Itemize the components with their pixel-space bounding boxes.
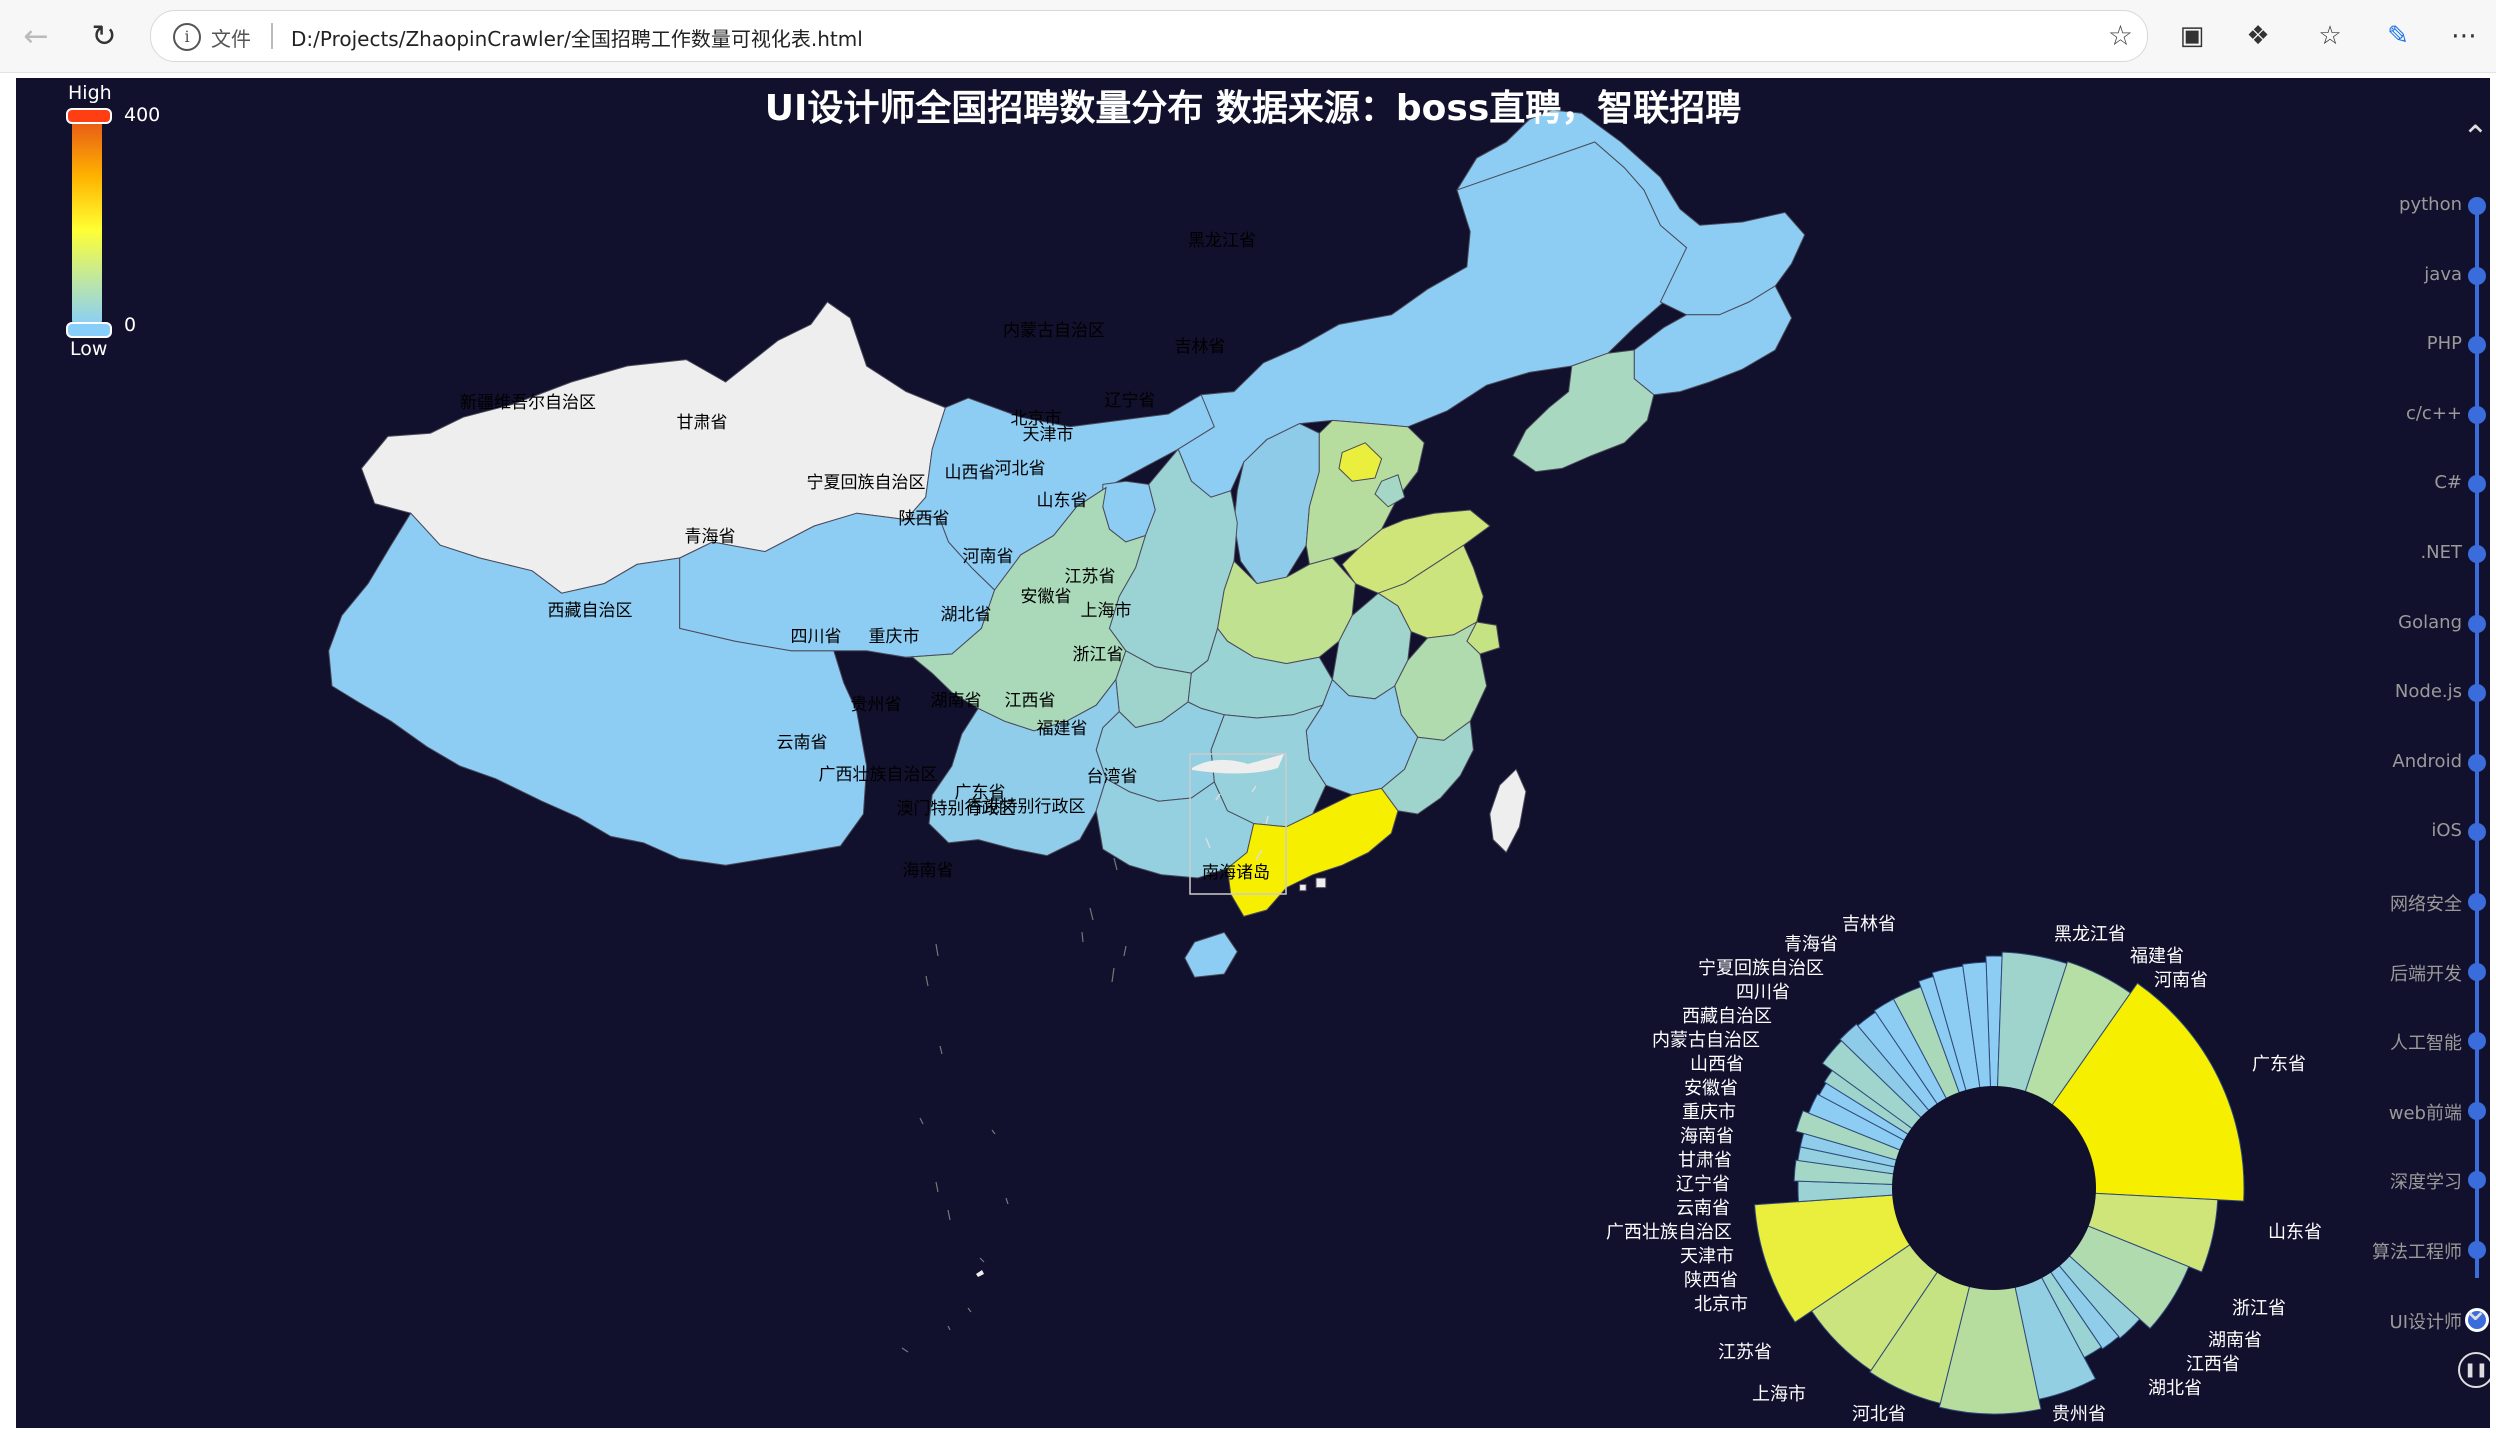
pie-slice-label: 河南省 bbox=[2154, 970, 2208, 991]
timeline-label[interactable]: 人工智能 bbox=[2390, 1029, 2462, 1055]
timeline-label[interactable]: Node.js bbox=[2395, 681, 2462, 702]
pie-slice-label: 宁夏回族自治区 bbox=[1698, 958, 1824, 979]
timeline-node[interactable] bbox=[2468, 1101, 2486, 1120]
timeline-next-icon[interactable]: ⌄ bbox=[2462, 1290, 2489, 1328]
pie-slice-label: 山东省 bbox=[2268, 1222, 2322, 1243]
browser-toolbar: ← ↻ i 文件 D:/Projects/ZhaopinCrawler/全国招聘… bbox=[0, 0, 2496, 73]
timeline-label[interactable]: java bbox=[2424, 264, 2462, 285]
timeline-label[interactable]: iOS bbox=[2431, 820, 2462, 841]
timeline-node[interactable] bbox=[2468, 1171, 2486, 1190]
pie-slice-label: 甘肃省 bbox=[1678, 1150, 1732, 1171]
pie-slice-label: 陕西省 bbox=[1684, 1270, 1738, 1291]
timeline-control[interactable]: ⌃ python java PHP c/c++ C# .NET Golang Node.js A… bbox=[2372, 118, 2490, 1428]
timeline-node[interactable] bbox=[2468, 266, 2486, 285]
timeline-node[interactable] bbox=[2468, 405, 2486, 424]
timeline-prev-icon[interactable]: ⌃ bbox=[2462, 118, 2489, 156]
puzzle-extensions-icon[interactable]: ❖ bbox=[2238, 16, 2278, 56]
timeline-node[interactable] bbox=[2468, 336, 2486, 355]
pie-slice-label: 福建省 bbox=[2130, 946, 2184, 967]
province-rose-pie: 黑龙江省福建省河南省广东省山东省浙江省湖南省江西省湖北省贵州省 河北省 上海市 江苏省… bbox=[1606, 914, 2322, 1425]
info-icon[interactable]: i bbox=[173, 23, 201, 51]
file-protocol-label: 文件 bbox=[211, 27, 251, 51]
pie-center-hole bbox=[1892, 1086, 2096, 1290]
back-arrow-icon[interactable]: ← bbox=[14, 14, 58, 58]
pie-slice-label: 江苏省 bbox=[1718, 1342, 1772, 1363]
favorites-list-icon[interactable]: ☆ bbox=[2310, 16, 2350, 56]
pie-slice-label: 内蒙古自治区 bbox=[1652, 1030, 1760, 1051]
timeline-label[interactable]: Android bbox=[2392, 751, 2462, 772]
pie-slice-label: 山西省 bbox=[1690, 1054, 1744, 1075]
more-menu-icon[interactable]: ⋯ bbox=[2444, 16, 2484, 56]
pie-slice-label: 天津市 bbox=[1680, 1246, 1734, 1267]
timeline-node[interactable] bbox=[2468, 614, 2486, 633]
address-divider bbox=[271, 23, 273, 49]
pie-slice-label: 黑龙江省 bbox=[2054, 924, 2126, 945]
pie-slice-label: 云南省 bbox=[1676, 1198, 1730, 1219]
pie-slice-label: 西藏自治区 bbox=[1682, 1006, 1772, 1027]
pie-slice-label: 北京市 bbox=[1694, 1294, 1748, 1315]
pie-slice-label: 广西壮族自治区 bbox=[1606, 1222, 1732, 1243]
pie-slice-label: 青海省 bbox=[1784, 934, 1838, 955]
pie-slice-label: 贵州省 bbox=[2052, 1404, 2106, 1425]
timeline-label[interactable]: c/c++ bbox=[2406, 403, 2462, 424]
pie-slice-label: 浙江省 bbox=[2232, 1298, 2286, 1319]
timeline-node[interactable] bbox=[2468, 545, 2486, 563]
timeline-label[interactable]: 后端开发 bbox=[2390, 960, 2462, 986]
timeline-node[interactable] bbox=[2468, 962, 2486, 981]
refresh-icon[interactable]: ↻ bbox=[82, 14, 126, 58]
timeline-node[interactable] bbox=[2468, 1032, 2486, 1051]
collections-icon[interactable]: ✎ bbox=[2378, 16, 2418, 56]
pie-slice-label: 广东省 bbox=[2252, 1054, 2306, 1075]
pie-slice-label: 江西省 bbox=[2186, 1354, 2240, 1375]
timeline-node[interactable] bbox=[2468, 197, 2486, 215]
favorite-star-icon[interactable]: ☆ bbox=[2108, 19, 2133, 52]
timeline-label[interactable]: 深度学习 bbox=[2390, 1168, 2462, 1194]
pie-slice-label: 河北省 bbox=[1852, 1404, 1906, 1425]
pie-slice-label: 辽宁省 bbox=[1676, 1174, 1730, 1195]
timeline-label[interactable]: .NET bbox=[2420, 542, 2462, 563]
timeline-label[interactable]: 网络安全 bbox=[2390, 890, 2462, 916]
timeline-label[interactable]: C# bbox=[2434, 472, 2462, 493]
address-bar[interactable]: i 文件 D:/Projects/ZhaopinCrawler/全国招聘工作数量… bbox=[150, 10, 2148, 62]
timeline-node[interactable] bbox=[2468, 753, 2486, 772]
chart-canvas: 新疆维吾尔自治区 西藏自治区 青海省 甘肃省 内蒙古自治区 黑龙江省 吉林省 辽宁省 宁夏回族自… bbox=[16, 78, 2490, 1428]
timeline-label[interactable]: web前端 bbox=[2389, 1099, 2462, 1125]
timeline-label[interactable]: Golang bbox=[2398, 612, 2462, 633]
timeline-node[interactable] bbox=[2468, 893, 2486, 911]
pie-slice-label: 海南省 bbox=[1680, 1126, 1734, 1147]
timeline-label[interactable]: UI设计师 bbox=[2390, 1308, 2462, 1334]
timeline-label[interactable]: 算法工程师 bbox=[2372, 1238, 2462, 1264]
url-text[interactable]: D:/Projects/ZhaopinCrawler/全国招聘工作数量可视化表.… bbox=[291, 23, 863, 52]
timeline-node[interactable] bbox=[2468, 1241, 2486, 1259]
pie-slice-label: 湖北省 bbox=[2148, 1378, 2202, 1399]
pie-slice-label: 吉林省 bbox=[1842, 914, 1896, 935]
pie-slice-label: 安徽省 bbox=[1684, 1078, 1738, 1099]
timeline-node[interactable] bbox=[2468, 823, 2486, 842]
pie-slice-label: 四川省 bbox=[1736, 982, 1790, 1003]
extension-app-icon[interactable]: ▣ bbox=[2172, 16, 2212, 56]
timeline-label[interactable]: python bbox=[2399, 194, 2462, 215]
timeline-node[interactable] bbox=[2468, 475, 2486, 494]
pie-slice-label: 湖南省 bbox=[2208, 1330, 2262, 1351]
timeline-node[interactable] bbox=[2468, 684, 2486, 703]
pie-slice-label: 上海市 bbox=[1752, 1384, 1806, 1405]
timeline-label[interactable]: PHP bbox=[2427, 333, 2462, 354]
timeline-pause-icon[interactable]: ❚❚ bbox=[2458, 1352, 2490, 1388]
pie-slice-label: 重庆市 bbox=[1682, 1102, 1736, 1123]
